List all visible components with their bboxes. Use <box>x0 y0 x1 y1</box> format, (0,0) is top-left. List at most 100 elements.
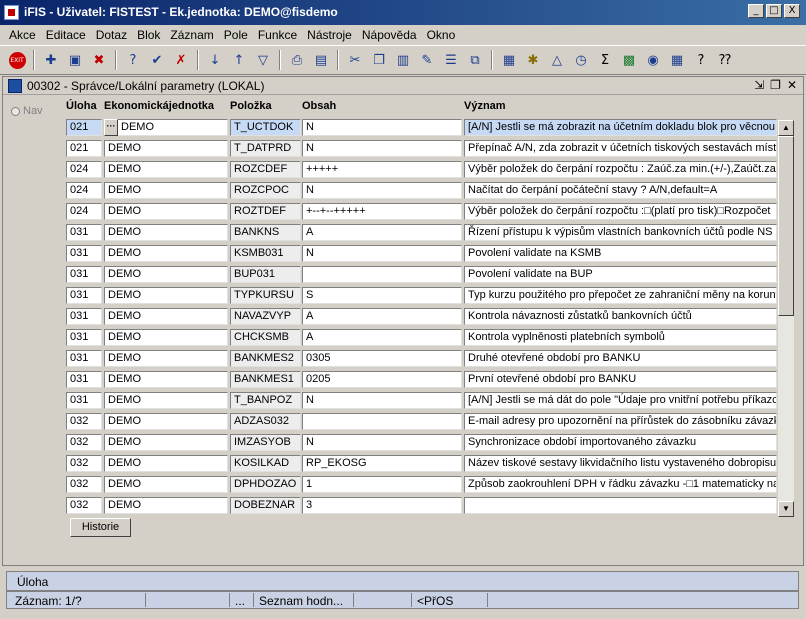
menu-pole[interactable]: Pole <box>219 25 253 45</box>
menu-zaznam[interactable]: Záznam <box>165 25 218 45</box>
polozka-field[interactable]: T_UCTDOK <box>230 119 301 136</box>
enter-query-icon[interactable]: ? <box>122 49 144 71</box>
execute-query-icon[interactable]: ✔ <box>146 49 168 71</box>
obsah-field[interactable] <box>302 413 462 430</box>
obsah-field[interactable]: 3 <box>302 497 462 514</box>
close-button[interactable]: X <box>784 4 800 18</box>
ekonomicka-jednotka-field[interactable]: DEMO <box>104 371 228 388</box>
grid-icon[interactable]: ▦ <box>666 49 688 71</box>
ekonomicka-jednotka-field[interactable]: DEMO <box>104 434 228 451</box>
ekonomicka-jednotka-field[interactable]: DEMO <box>104 266 228 283</box>
vyznam-field[interactable]: Kontrola návaznosti zůstatků bankovních … <box>464 308 777 325</box>
polozka-field[interactable]: CHCKSMB <box>230 329 301 346</box>
ekonomicka-jednotka-field[interactable]: DEMO <box>104 245 228 262</box>
vyznam-field[interactable]: [A/N] Jestli se má zobrazit na účetním d… <box>464 119 777 136</box>
ekonomicka-jednotka-field[interactable]: DEMO <box>104 350 228 367</box>
uloha-field[interactable]: 032 <box>66 497 102 514</box>
uloha-field[interactable]: 031 <box>66 245 102 262</box>
polozka-field[interactable]: DPHDOZAO <box>230 476 301 493</box>
uloha-field[interactable]: 031 <box>66 224 102 241</box>
cut-icon[interactable]: ✂ <box>344 49 366 71</box>
vyznam-field[interactable]: [A/N] Jestli se má dát do pole "Údaje pr… <box>464 392 777 409</box>
ekonomicka-jednotka-field[interactable]: DEMO <box>104 476 228 493</box>
uloha-field[interactable]: 032 <box>66 434 102 451</box>
polozka-field[interactable]: NAVAZVYP <box>230 308 301 325</box>
copy-icon[interactable]: ❐ <box>368 49 390 71</box>
obsah-field[interactable]: N <box>302 182 462 199</box>
obsah-field[interactable]: +--+--+++++ <box>302 203 462 220</box>
historie-button[interactable]: Historie <box>70 518 131 537</box>
obsah-field[interactable]: RP_EKOSG <box>302 455 462 472</box>
form-minimize-icon[interactable]: ⇲ <box>754 78 764 92</box>
menu-okno[interactable]: Okno <box>422 25 461 45</box>
form-restore-icon[interactable]: ❐ <box>770 78 781 92</box>
polozka-field[interactable]: TYPKURSU <box>230 287 301 304</box>
vyznam-field[interactable]: Povolení validate na KSMB <box>464 245 777 262</box>
uloha-field[interactable]: 021 <box>66 119 102 136</box>
vyznam-field[interactable]: Povolení validate na BUP <box>464 266 777 283</box>
obsah-field[interactable]: S <box>302 287 462 304</box>
duplicate-icon[interactable]: ⧉ <box>464 49 486 71</box>
vyznam-field[interactable]: E-mail adresy pro upozornění na přírůste… <box>464 413 777 430</box>
vyznam-field[interactable]: Výběr položek do čerpání rozpočtu :□(pla… <box>464 203 777 220</box>
menu-dotaz[interactable]: Dotaz <box>91 25 132 45</box>
ekonomicka-jednotka-field[interactable]: DEMO <box>104 413 228 430</box>
ekonomicka-jednotka-field[interactable]: DEMO <box>104 497 228 514</box>
uloha-field[interactable]: 031 <box>66 371 102 388</box>
polozka-field[interactable]: ADZAS032 <box>230 413 301 430</box>
obsah-field[interactable]: N <box>302 434 462 451</box>
vyznam-field[interactable]: Typ kurzu použitého pro přepočet ze zahr… <box>464 287 777 304</box>
uloha-field[interactable]: 031 <box>66 308 102 325</box>
list-of-values-button[interactable]: ··· <box>104 119 118 136</box>
obsah-field[interactable]: 1 <box>302 476 462 493</box>
vyznam-field[interactable] <box>464 497 777 514</box>
polozka-field[interactable]: ROZTDEF <box>230 203 301 220</box>
menu-funkce[interactable]: Funkce <box>253 25 302 45</box>
sum-icon[interactable]: Σ <box>594 49 616 71</box>
calculator-icon[interactable]: ▦ <box>498 49 520 71</box>
new-record-icon[interactable]: ✚ <box>40 49 62 71</box>
polozka-field[interactable]: T_BANPOZ <box>230 392 301 409</box>
uloha-field[interactable]: 024 <box>66 203 102 220</box>
context-help-icon[interactable]: ⁇ <box>714 49 736 71</box>
sort-desc-icon[interactable]: ↑ <box>228 49 250 71</box>
warning-icon[interactable]: △ <box>546 49 568 71</box>
menu-napoveda[interactable]: Nápověda <box>357 25 422 45</box>
cancel-query-icon[interactable]: ✗ <box>170 49 192 71</box>
polozka-field[interactable]: IMZASYOB <box>230 434 301 451</box>
obsah-field[interactable]: N <box>302 140 462 157</box>
uloha-field[interactable]: 024 <box>66 182 102 199</box>
ekonomicka-jednotka-field[interactable]: DEMO <box>104 308 228 325</box>
ekonomicka-jednotka-field[interactable]: DEMO <box>104 224 228 241</box>
vyznam-field[interactable]: Přepínač A/N, zda zobrazit v účetních ti… <box>464 140 777 157</box>
ekonomicka-jednotka-field[interactable]: DEMO <box>104 182 228 199</box>
polozka-field[interactable]: BANKMES2 <box>230 350 301 367</box>
print-setup-icon[interactable]: ▤ <box>310 49 332 71</box>
maximize-button[interactable]: □ <box>766 4 782 18</box>
polozka-field[interactable]: KOSILKAD <box>230 455 301 472</box>
print-icon[interactable]: ⎙ <box>286 49 308 71</box>
vyznam-field[interactable]: Synchronizace období importovaného závaz… <box>464 434 777 451</box>
obsah-field[interactable]: N <box>302 392 462 409</box>
uloha-field[interactable]: 032 <box>66 476 102 493</box>
obsah-field[interactable]: 0305 <box>302 350 462 367</box>
obsah-field[interactable]: N <box>302 119 462 136</box>
ekonomicka-jednotka-field[interactable]: DEMO <box>104 392 228 409</box>
ekonomicka-jednotka-field[interactable]: DEMO <box>104 203 228 220</box>
vyznam-field[interactable]: Výběr položek do čerpání rozpočtu : Zaúč… <box>464 161 777 178</box>
obsah-field[interactable]: A <box>302 329 462 346</box>
ekonomicka-jednotka-field[interactable]: DEMO <box>104 140 228 157</box>
vyznam-field[interactable]: Kontrola vyplněnosti platebních symbolů <box>464 329 777 346</box>
exit-icon[interactable]: EXIT <box>6 49 28 71</box>
polozka-field[interactable]: ROZCDEF <box>230 161 301 178</box>
obsah-field[interactable]: 0205 <box>302 371 462 388</box>
excel-icon[interactable]: ▩ <box>618 49 640 71</box>
vyznam-field[interactable]: Název tiskové sestavy likvidačního listu… <box>464 455 777 472</box>
uloha-field[interactable]: 031 <box>66 329 102 346</box>
uloha-field[interactable]: 032 <box>66 413 102 430</box>
vyznam-field[interactable]: Řízení přístupu k výpisům vlastních bank… <box>464 224 777 241</box>
delete-record-icon[interactable]: ✖ <box>88 49 110 71</box>
sort-asc-icon[interactable]: ↓ <box>204 49 226 71</box>
uloha-field[interactable]: 031 <box>66 350 102 367</box>
obsah-field[interactable]: A <box>302 224 462 241</box>
